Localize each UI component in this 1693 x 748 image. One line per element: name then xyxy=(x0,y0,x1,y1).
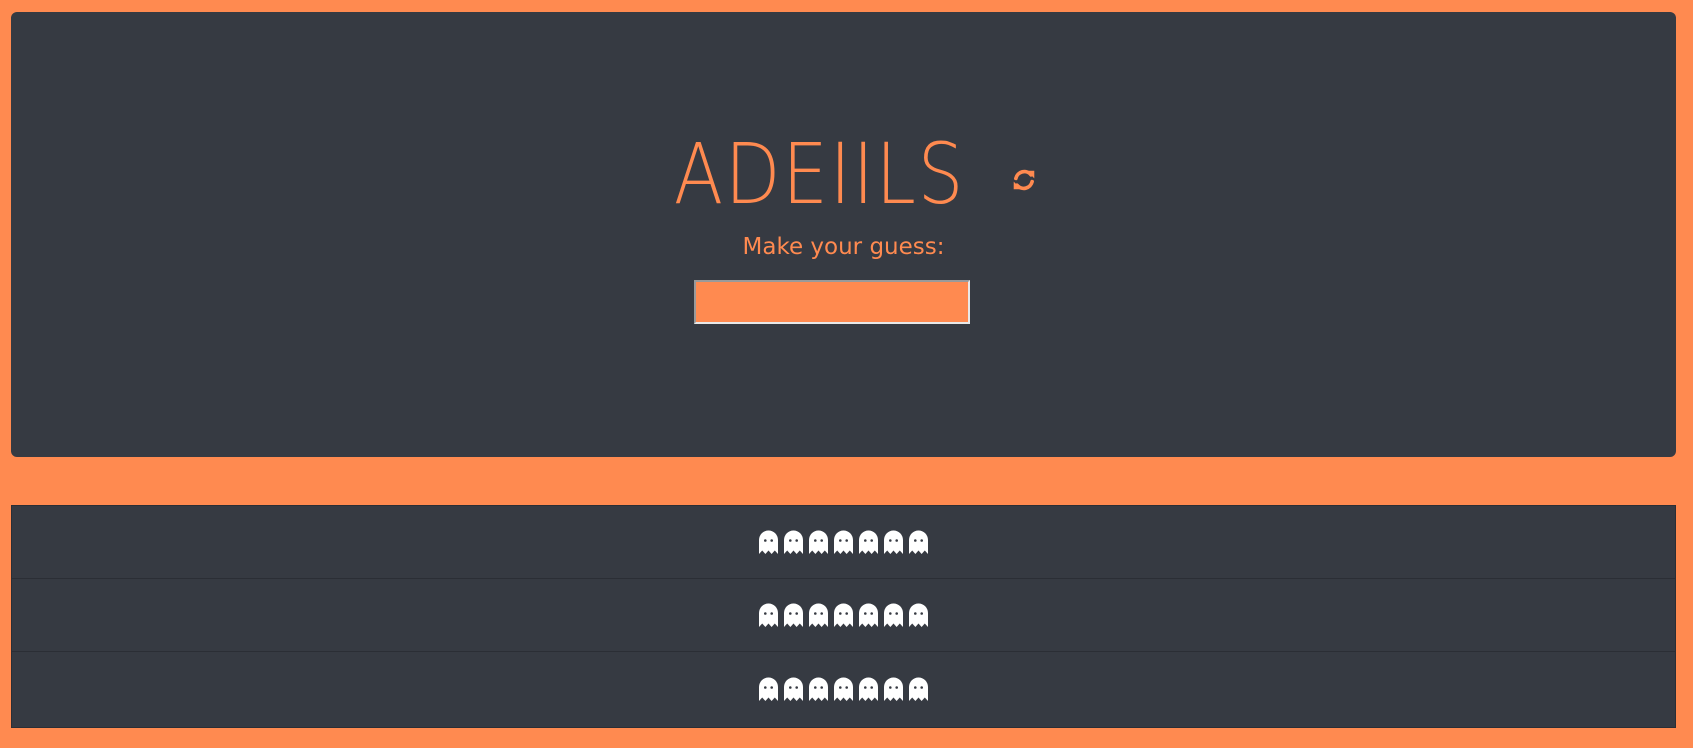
ghost-icon xyxy=(758,603,779,627)
ghost-icon xyxy=(808,530,829,554)
guess-input[interactable] xyxy=(694,280,970,324)
ghost-icon xyxy=(808,677,829,701)
ghost-icon xyxy=(883,603,904,627)
ghost-icon xyxy=(783,677,804,701)
guess-prompt: Make your guess: xyxy=(742,234,945,260)
game-panel: ADEIILS Make your guess: xyxy=(11,12,1676,457)
answer-row xyxy=(12,579,1675,652)
word-row: ADEIILS xyxy=(11,124,1676,224)
refresh-icon[interactable] xyxy=(1011,167,1037,193)
ghost-icon xyxy=(833,530,854,554)
ghost-icon xyxy=(908,530,929,554)
ghost-icon xyxy=(783,603,804,627)
ghost-icon xyxy=(833,603,854,627)
ghost-icon xyxy=(908,677,929,701)
ghost-icon xyxy=(883,677,904,701)
ghost-icon xyxy=(808,603,829,627)
ghost-icon xyxy=(883,530,904,554)
ghost-icon xyxy=(858,677,879,701)
answer-rows xyxy=(11,505,1676,728)
answer-row xyxy=(12,652,1675,725)
ghost-icon xyxy=(858,530,879,554)
answer-row xyxy=(12,506,1675,579)
ghost-icon xyxy=(908,603,929,627)
ghost-icon xyxy=(833,677,854,701)
scrambled-word: ADEIILS xyxy=(673,125,965,223)
ghost-icon xyxy=(858,603,879,627)
ghost-icon xyxy=(758,677,779,701)
ghost-icon xyxy=(783,530,804,554)
ghost-icon xyxy=(758,530,779,554)
